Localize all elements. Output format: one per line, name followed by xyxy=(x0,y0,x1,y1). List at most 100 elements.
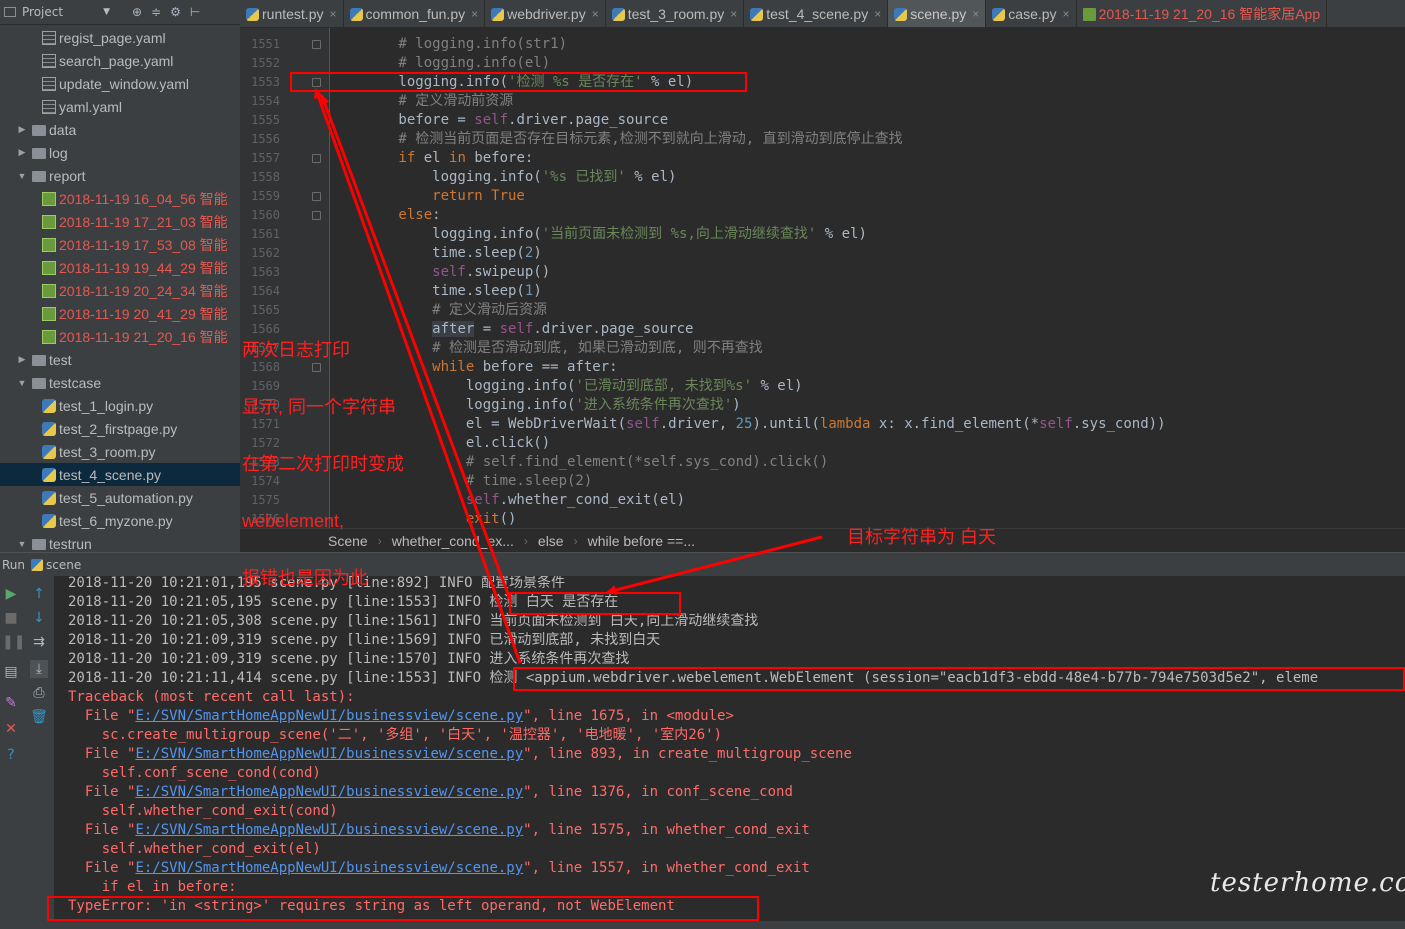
close-tab-icon[interactable]: × xyxy=(730,7,737,21)
close-tab-icon[interactable]: × xyxy=(471,7,478,21)
tree-item[interactable]: 2018-11-19 20_24_34 智能 xyxy=(0,279,240,302)
fold-marker-icon[interactable] xyxy=(312,40,321,49)
line-number: 1562 xyxy=(251,246,280,260)
tree-item[interactable]: test_5_automation.py xyxy=(0,486,240,509)
help-icon[interactable]: ? xyxy=(2,746,20,764)
collapse-icon[interactable]: ≑ xyxy=(151,5,161,19)
code-token: ) xyxy=(732,397,741,413)
pause-icon[interactable]: ❚❚ xyxy=(2,633,25,651)
code-line: # 定义滑动前资源 xyxy=(331,92,513,111)
tree-item[interactable]: ▼ report xyxy=(0,164,240,187)
down-arrow-icon[interactable]: ↓ xyxy=(30,609,48,627)
tree-item[interactable]: ▶ log xyxy=(0,141,240,164)
tab-test-3-room-py[interactable]: test_3_room.py × xyxy=(606,0,745,27)
line-number: 1561 xyxy=(251,227,280,241)
chevron-down-icon[interactable]: ▼ xyxy=(103,7,110,17)
tree-item[interactable]: 2018-11-19 21_20_16 智能 xyxy=(0,325,240,348)
file-link[interactable]: E:/SVN/SmartHomeAppNewUI/businessview/sc… xyxy=(135,708,523,724)
annotation-note-left: 两次日志打印 显示, 同一个字符串 在第二次打印时变成 webelement, … xyxy=(242,303,404,607)
gear-icon[interactable]: ⚙ xyxy=(170,5,181,19)
run-config-name[interactable]: scene xyxy=(46,558,81,572)
code-token: lambda xyxy=(819,416,879,432)
chevron-down-icon[interactable]: ▼ xyxy=(16,378,28,388)
code-editor[interactable]: # logging.info(str1) # logging.info(el) … xyxy=(331,28,1405,528)
tab-webdriver-py[interactable]: webdriver.py × xyxy=(485,0,606,27)
tree-item[interactable]: ▼ testrun xyxy=(0,532,240,552)
traceback-line: File "E:/SVN/SmartHomeAppNewUI/businessv… xyxy=(68,707,734,726)
tree-item-label: test_6_myzone.py xyxy=(59,512,173,529)
close-tab-icon[interactable]: × xyxy=(329,7,336,21)
file-link[interactable]: E:/SVN/SmartHomeAppNewUI/businessview/sc… xyxy=(135,784,523,800)
tab-common-fun-py[interactable]: common_fun.py × xyxy=(344,0,486,27)
python-file-icon xyxy=(491,7,505,21)
tab-test-4-scene-py[interactable]: test_4_scene.py × xyxy=(744,0,889,27)
rerun-icon[interactable]: ▶ xyxy=(2,585,20,603)
file-link[interactable]: E:/SVN/SmartHomeAppNewUI/businessview/sc… xyxy=(135,822,523,838)
tab-case-py[interactable]: case.py × xyxy=(986,0,1077,27)
tree-item[interactable]: 2018-11-19 17_53_08 智能 xyxy=(0,233,240,256)
code-line: return True xyxy=(331,187,525,206)
line-number: 1553 xyxy=(251,75,280,89)
chevron-right-icon[interactable]: ▶ xyxy=(16,147,28,158)
tree-item[interactable]: 2018-11-19 20_41_29 智能 xyxy=(0,302,240,325)
run-console-output[interactable]: 2018-11-20 10:21:01,195 scene.py [line:8… xyxy=(54,576,1405,921)
tree-item[interactable]: search_page.yaml xyxy=(0,49,240,72)
tree-item[interactable]: 2018-11-19 16_04_56 智能 xyxy=(0,187,240,210)
tree-item-label: 2018-11-19 16_04_56 智能 xyxy=(59,190,228,207)
tab-scene-py[interactable]: scene.py × xyxy=(888,0,987,27)
tree-item[interactable]: test_6_myzone.py xyxy=(0,509,240,532)
file-link[interactable]: E:/SVN/SmartHomeAppNewUI/businessview/sc… xyxy=(135,860,523,876)
yaml-file-icon xyxy=(42,53,56,68)
close-tab-icon[interactable]: × xyxy=(972,7,979,21)
tab-2018-11-19-21-20-16-app[interactable]: 2018-11-19 21_20_16 智能家居App xyxy=(1077,0,1328,27)
chevron-right-icon[interactable]: ▶ xyxy=(16,124,28,135)
print-icon[interactable]: ⎙ xyxy=(30,684,48,702)
fold-marker-icon[interactable] xyxy=(312,154,321,163)
chevron-down-icon[interactable]: ▼ xyxy=(16,539,28,549)
tree-item[interactable]: test_1_login.py xyxy=(0,394,240,417)
tree-item[interactable]: regist_page.yaml xyxy=(0,26,240,49)
target-icon[interactable]: ⊕ xyxy=(132,5,142,19)
traceback-line: File "E:/SVN/SmartHomeAppNewUI/businessv… xyxy=(68,821,810,840)
fold-marker-icon[interactable] xyxy=(312,211,321,220)
chevron-down-icon[interactable]: ▼ xyxy=(16,171,28,181)
breadcrumb-item[interactable]: else xyxy=(538,533,564,549)
tree-item[interactable]: 2018-11-19 17_21_03 智能 xyxy=(0,210,240,233)
code-token: () xyxy=(499,511,517,527)
fold-marker-icon[interactable] xyxy=(312,78,321,87)
run-label[interactable]: Run xyxy=(2,558,25,572)
close-icon[interactable]: ✕ xyxy=(2,720,20,738)
close-tab-icon[interactable]: × xyxy=(592,7,599,21)
tree-item[interactable]: test_3_room.py xyxy=(0,440,240,463)
fold-marker-icon[interactable] xyxy=(312,192,321,201)
wrap-icon[interactable]: ⇉ xyxy=(30,633,48,651)
tree-item[interactable]: ▶ data xyxy=(0,118,240,141)
code-token: '当前页面未检测到 %s,向上滑动继续查找' xyxy=(541,226,817,242)
tab-runtest-py[interactable]: runtest.py × xyxy=(240,0,344,27)
tree-item[interactable]: test_2_firstpage.py xyxy=(0,417,240,440)
trash-icon[interactable]: 🗑 xyxy=(30,708,48,726)
project-title[interactable]: Project xyxy=(22,5,63,19)
code-token: el xyxy=(423,150,450,166)
tree-item[interactable]: yaml.yaml xyxy=(0,95,240,118)
scroll-end-icon[interactable]: ⤓ xyxy=(30,660,48,678)
pin-icon[interactable]: ✎ xyxy=(2,694,20,712)
stop-icon[interactable]: ■ xyxy=(2,609,20,627)
hide-icon[interactable]: ⊢ xyxy=(190,5,200,19)
tree-item[interactable]: test_4_scene.py xyxy=(0,463,240,486)
tree-item[interactable]: update_window.yaml xyxy=(0,72,240,95)
tree-item[interactable]: ▼ testcase xyxy=(0,371,240,394)
close-tab-icon[interactable]: × xyxy=(1063,7,1070,21)
breadcrumb-item[interactable]: while before ==... xyxy=(588,533,695,549)
tree-item[interactable]: 2018-11-19 19_44_29 智能 xyxy=(0,256,240,279)
code-line: logging.info('当前页面未检测到 %s,向上滑动继续查找' % el… xyxy=(331,225,867,244)
breadcrumb-item[interactable]: whether_cond_ex... xyxy=(392,533,514,549)
code-line: time.sleep(1) xyxy=(331,282,542,301)
up-arrow-icon[interactable]: ↑ xyxy=(30,585,48,603)
html-file-icon xyxy=(1082,7,1096,21)
chevron-right-icon[interactable]: ▶ xyxy=(16,354,28,365)
close-tab-icon[interactable]: × xyxy=(874,7,881,21)
tree-item[interactable]: ▶ test xyxy=(0,348,240,371)
file-link[interactable]: E:/SVN/SmartHomeAppNewUI/businessview/sc… xyxy=(135,746,523,762)
layout-icon[interactable]: ▤ xyxy=(2,663,20,681)
